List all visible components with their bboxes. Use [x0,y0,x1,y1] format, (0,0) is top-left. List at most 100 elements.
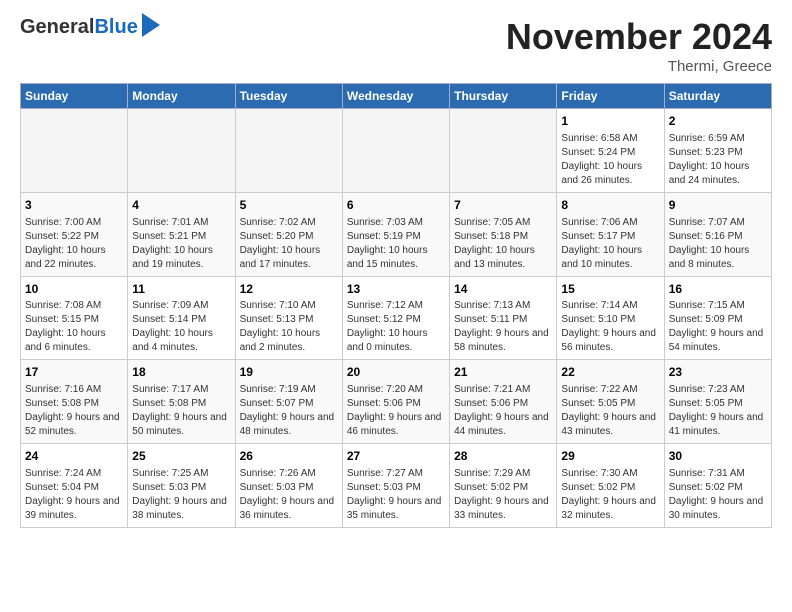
day-number: 26 [240,448,338,465]
day-cell: 3 Sunrise: 7:00 AM Sunset: 5:22 PM Daylig… [21,192,128,276]
day-cell [21,109,128,193]
calendar-table: SundayMondayTuesdayWednesdayThursdayFrid… [20,83,772,528]
day-info: Sunrise: 7:02 AM Sunset: 5:20 PM Dayligh… [240,216,338,272]
day-info: Sunrise: 7:24 AM Sunset: 5:04 PM Dayligh… [25,467,123,523]
day-number: 12 [240,281,338,298]
day-cell [342,109,449,193]
day-number: 18 [132,364,230,381]
day-info: Sunrise: 7:09 AM Sunset: 5:14 PM Dayligh… [132,299,230,355]
day-cell [128,109,235,193]
week-row-4: 17 Sunrise: 7:16 AM Sunset: 5:08 PM Dayli… [21,360,772,444]
week-row-3: 10Sunrise: 7:08 AM Sunset: 5:15 PM Dayli… [21,276,772,360]
day-number: 5 [240,197,338,214]
day-number: 14 [454,281,552,298]
day-cell: 17 Sunrise: 7:16 AM Sunset: 5:08 PM Dayli… [21,360,128,444]
day-info: Sunrise: 7:23 AM Sunset: 5:05 PM Dayligh… [669,383,767,439]
day-number: 3 [25,197,123,214]
day-cell: 22Sunrise: 7:22 AM Sunset: 5:05 PM Dayli… [557,360,664,444]
day-info: Sunrise: 6:59 AM Sunset: 5:23 PM Dayligh… [669,132,767,188]
day-info: Sunrise: 7:15 AM Sunset: 5:09 PM Dayligh… [669,299,767,355]
day-number: 10 [25,281,123,298]
day-info: Sunrise: 7:08 AM Sunset: 5:15 PM Dayligh… [25,299,123,355]
day-cell: 15Sunrise: 7:14 AM Sunset: 5:10 PM Dayli… [557,276,664,360]
day-cell: 12Sunrise: 7:10 AM Sunset: 5:13 PM Dayli… [235,276,342,360]
day-number: 23 [669,364,767,381]
day-number: 4 [132,197,230,214]
col-header-friday: Friday [557,84,664,109]
day-info: Sunrise: 7:30 AM Sunset: 5:02 PM Dayligh… [561,467,659,523]
logo-arrow-icon [142,13,160,37]
day-info: Sunrise: 7:03 AM Sunset: 5:19 PM Dayligh… [347,216,445,272]
col-header-monday: Monday [128,84,235,109]
page: GeneralBlue November 2024 Thermi, Greece… [0,0,792,544]
day-info: Sunrise: 7:14 AM Sunset: 5:10 PM Dayligh… [561,299,659,355]
col-header-saturday: Saturday [664,84,771,109]
day-number: 8 [561,197,659,214]
day-cell: 10Sunrise: 7:08 AM Sunset: 5:15 PM Dayli… [21,276,128,360]
day-info: Sunrise: 7:01 AM Sunset: 5:21 PM Dayligh… [132,216,230,272]
day-cell: 6 Sunrise: 7:03 AM Sunset: 5:19 PM Daylig… [342,192,449,276]
day-cell: 13Sunrise: 7:12 AM Sunset: 5:12 PM Dayli… [342,276,449,360]
day-number: 25 [132,448,230,465]
day-number: 11 [132,281,230,298]
month-title: November 2024 [506,16,772,58]
day-number: 19 [240,364,338,381]
day-cell: 9Sunrise: 7:07 AM Sunset: 5:16 PM Daylig… [664,192,771,276]
day-cell [450,109,557,193]
day-info: Sunrise: 7:19 AM Sunset: 5:07 PM Dayligh… [240,383,338,439]
day-info: Sunrise: 7:10 AM Sunset: 5:13 PM Dayligh… [240,299,338,355]
col-header-tuesday: Tuesday [235,84,342,109]
day-info: Sunrise: 6:58 AM Sunset: 5:24 PM Dayligh… [561,132,659,188]
day-cell: 24 Sunrise: 7:24 AM Sunset: 5:04 PM Dayli… [21,444,128,528]
header: GeneralBlue November 2024 Thermi, Greece [20,16,772,75]
day-cell: 5 Sunrise: 7:02 AM Sunset: 5:20 PM Daylig… [235,192,342,276]
week-row-5: 24 Sunrise: 7:24 AM Sunset: 5:04 PM Dayli… [21,444,772,528]
day-number: 16 [669,281,767,298]
day-number: 6 [347,197,445,214]
day-number: 7 [454,197,552,214]
day-info: Sunrise: 7:05 AM Sunset: 5:18 PM Dayligh… [454,216,552,272]
day-number: 27 [347,448,445,465]
day-number: 22 [561,364,659,381]
day-info: Sunrise: 7:16 AM Sunset: 5:08 PM Dayligh… [25,383,123,439]
col-header-thursday: Thursday [450,84,557,109]
day-cell: 19 Sunrise: 7:19 AM Sunset: 5:07 PM Dayli… [235,360,342,444]
day-info: Sunrise: 7:29 AM Sunset: 5:02 PM Dayligh… [454,467,552,523]
day-number: 30 [669,448,767,465]
day-cell: 1Sunrise: 6:58 AM Sunset: 5:24 PM Daylig… [557,109,664,193]
day-number: 21 [454,364,552,381]
logo-line1: GeneralBlue [20,16,160,38]
day-cell: 18 Sunrise: 7:17 AM Sunset: 5:08 PM Dayli… [128,360,235,444]
title-block: November 2024 Thermi, Greece [506,16,772,75]
day-number: 24 [25,448,123,465]
day-cell: 16Sunrise: 7:15 AM Sunset: 5:09 PM Dayli… [664,276,771,360]
day-number: 17 [25,364,123,381]
day-cell: 20Sunrise: 7:20 AM Sunset: 5:06 PM Dayli… [342,360,449,444]
day-cell: 27Sunrise: 7:27 AM Sunset: 5:03 PM Dayli… [342,444,449,528]
day-info: Sunrise: 7:26 AM Sunset: 5:03 PM Dayligh… [240,467,338,523]
day-number: 29 [561,448,659,465]
day-info: Sunrise: 7:31 AM Sunset: 5:02 PM Dayligh… [669,467,767,523]
week-row-2: 3 Sunrise: 7:00 AM Sunset: 5:22 PM Daylig… [21,192,772,276]
week-row-1: 1Sunrise: 6:58 AM Sunset: 5:24 PM Daylig… [21,109,772,193]
logo-general: GeneralBlue [20,16,138,38]
day-cell: 14Sunrise: 7:13 AM Sunset: 5:11 PM Dayli… [450,276,557,360]
day-cell: 26 Sunrise: 7:26 AM Sunset: 5:03 PM Dayli… [235,444,342,528]
day-number: 20 [347,364,445,381]
day-info: Sunrise: 7:12 AM Sunset: 5:12 PM Dayligh… [347,299,445,355]
day-number: 2 [669,113,767,130]
day-cell: 28 Sunrise: 7:29 AM Sunset: 5:02 PM Dayli… [450,444,557,528]
day-info: Sunrise: 7:13 AM Sunset: 5:11 PM Dayligh… [454,299,552,355]
header-row: SundayMondayTuesdayWednesdayThursdayFrid… [21,84,772,109]
day-cell: 25Sunrise: 7:25 AM Sunset: 5:03 PM Dayli… [128,444,235,528]
day-info: Sunrise: 7:17 AM Sunset: 5:08 PM Dayligh… [132,383,230,439]
day-cell: 11Sunrise: 7:09 AM Sunset: 5:14 PM Dayli… [128,276,235,360]
day-number: 9 [669,197,767,214]
day-number: 15 [561,281,659,298]
day-cell: 2 Sunrise: 6:59 AM Sunset: 5:23 PM Daylig… [664,109,771,193]
day-cell [235,109,342,193]
day-info: Sunrise: 7:00 AM Sunset: 5:22 PM Dayligh… [25,216,123,272]
day-cell: 29 Sunrise: 7:30 AM Sunset: 5:02 PM Dayli… [557,444,664,528]
day-number: 28 [454,448,552,465]
day-cell: 8Sunrise: 7:06 AM Sunset: 5:17 PM Daylig… [557,192,664,276]
